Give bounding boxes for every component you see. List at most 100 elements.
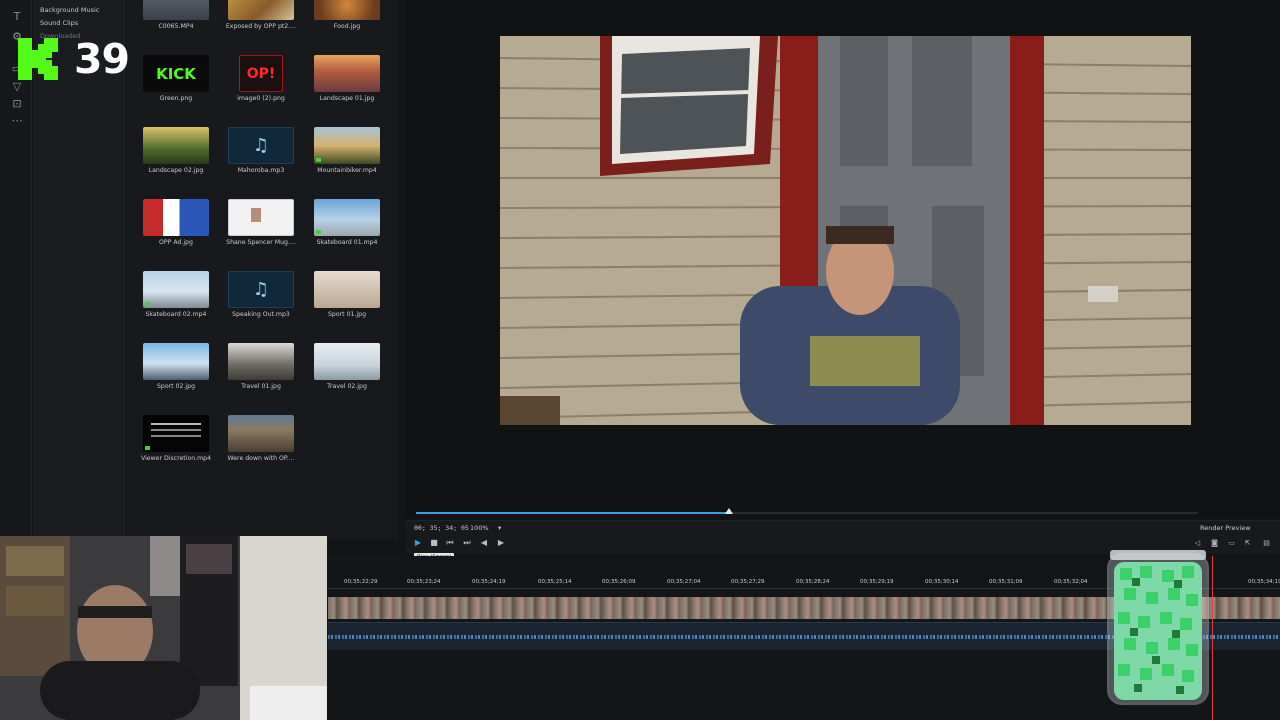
media-thumbnail: OP! — [239, 55, 283, 92]
media-tile[interactable]: ♫ Mahoroba.mp3 — [221, 127, 301, 187]
media-thumbnail — [314, 55, 380, 92]
ruler-tick-label: 00;35;27;04 — [667, 579, 701, 585]
media-thumbnail — [143, 343, 209, 380]
media-tile[interactable]: KICK Green.png — [136, 55, 216, 115]
tool-rail: T ⚙ ▭ ▽ ⊡ ⋯ — [0, 0, 32, 540]
ruler-tick-label: 00;35;26;09 — [602, 579, 636, 585]
media-tile[interactable]: Were down with OP.... — [221, 415, 301, 475]
scrubber-progress[interactable] — [416, 512, 729, 514]
video-badge-icon — [316, 158, 321, 162]
media-label: Skateboard 01.mp4 — [316, 239, 378, 246]
jar-image — [1107, 550, 1209, 705]
scrubber-track[interactable] — [729, 512, 1198, 514]
volume-icon[interactable]: ◁ — [1193, 539, 1202, 547]
media-thumbnail — [143, 415, 209, 452]
scrubber-handle[interactable] — [725, 508, 733, 514]
media-label: Travel 01.jpg — [241, 383, 281, 390]
media-tile[interactable]: Exposed by OPP pt2.... — [221, 0, 301, 43]
text-line — [151, 435, 201, 437]
undock-icon[interactable]: ⇱ — [1243, 539, 1252, 547]
ruler-tick-label: 00;35;25;14 — [538, 579, 572, 585]
media-label: Skateboard 02.mp4 — [145, 311, 207, 318]
media-thumbnail — [228, 0, 294, 20]
media-tile[interactable]: Landscape 01.jpg — [307, 55, 387, 115]
import-tool-icon[interactable]: ⊡ — [10, 97, 24, 111]
media-tile[interactable]: Travel 01.jpg — [221, 343, 301, 403]
media-library: C0065.MP4 Exposed by OPP pt2.... Food.jp… — [126, 0, 398, 540]
media-thumbnail — [228, 343, 294, 380]
media-thumbnail — [228, 199, 294, 236]
media-label: Exposed by OPP pt2.... — [225, 23, 297, 30]
timecode-display[interactable]: 00; 35; 34; 05 — [414, 524, 469, 532]
media-tile[interactable]: Sport 02.jpg — [136, 343, 216, 403]
media-tile[interactable]: C0065.MP4 — [136, 0, 216, 43]
kick-logo-icon — [18, 38, 62, 80]
media-thumbnail — [143, 127, 209, 164]
preview-video-frame — [500, 36, 1191, 425]
portrait-photo — [251, 208, 261, 222]
more-tools-icon[interactable]: ⋯ — [10, 114, 24, 128]
media-label: Mahoroba.mp3 — [237, 167, 285, 174]
aspect-ratio-icon[interactable]: ▤ — [1262, 539, 1271, 547]
display-icon[interactable]: ▭ — [1227, 539, 1236, 547]
media-thumbnail — [314, 199, 380, 236]
media-label: Food.jpg — [333, 23, 361, 30]
media-thumbnail — [314, 127, 380, 164]
media-tile[interactable]: ♫ Speaking Out.mp3 — [221, 271, 301, 331]
media-tile[interactable]: Viewer Discretion.mp4 — [136, 415, 216, 475]
library-scrollbar[interactable] — [398, 0, 404, 540]
zoom-dropdown[interactable]: 100% — [470, 524, 489, 532]
text-tool-icon[interactable]: T — [10, 10, 24, 24]
media-tile[interactable]: Landscape 02.jpg — [136, 127, 216, 187]
media-label: Sport 01.jpg — [328, 311, 366, 318]
filter-tool-icon[interactable]: ▽ — [10, 80, 24, 94]
media-thumbnail — [143, 271, 209, 308]
media-tile[interactable]: Travel 02.jpg — [307, 343, 387, 403]
ruler-tick-label: 00;35;24;19 — [472, 579, 506, 585]
step-forward-icon[interactable]: ▶ — [496, 538, 506, 548]
media-thumbnail — [143, 0, 209, 20]
prev-frame-icon[interactable]: ⏮ — [445, 538, 455, 548]
chevron-down-icon[interactable]: ▾ — [498, 524, 501, 532]
media-tile[interactable]: Skateboard 02.mp4 — [136, 271, 216, 331]
snapshot-icon[interactable]: ◙ — [1210, 539, 1219, 547]
ruler-tick-label: 00;35;28;24 — [796, 579, 830, 585]
media-thumbnail — [228, 415, 294, 452]
video-badge-icon — [145, 446, 150, 450]
ruler-tick-label: 00;35;29;19 — [860, 579, 894, 585]
video-badge-icon — [145, 302, 150, 306]
media-label: Green.png — [159, 95, 193, 102]
music-note-icon: ♫ — [228, 271, 294, 308]
media-tile[interactable]: OPP Ad.jpg — [136, 199, 216, 259]
text-line — [151, 423, 201, 425]
media-tile[interactable]: Skateboard 01.mp4 — [307, 199, 387, 259]
render-preview-button[interactable]: Render Preview — [1200, 524, 1251, 532]
kick-logo: KICK — [156, 64, 196, 83]
stop-icon[interactable]: ■ — [429, 538, 439, 548]
media-thumbnail — [143, 199, 209, 236]
media-label: Speaking Out.mp3 — [232, 311, 290, 318]
media-tile[interactable]: OP! image0 (2).png — [221, 55, 301, 115]
tree-item-background-music[interactable]: Background Music — [40, 6, 99, 14]
media-tile[interactable]: Shane Spencer Mug.... — [221, 199, 301, 259]
media-label: Sport 02.jpg — [157, 383, 195, 390]
media-tile[interactable]: Sport 01.jpg — [307, 271, 387, 331]
play-icon[interactable]: ▶ — [413, 538, 423, 548]
media-label: Landscape 02.jpg — [148, 167, 204, 174]
tree-item-sound-clips[interactable]: Sound Clips — [40, 19, 78, 27]
step-back-icon[interactable]: ◀ — [479, 538, 489, 548]
ruler-tick-label: 00;35;22;29 — [344, 579, 378, 585]
ruler-tick-label: 00;35;31;09 — [989, 579, 1023, 585]
media-label: Viewer Discretion.mp4 — [140, 455, 212, 462]
next-frame-icon[interactable]: ⏭ — [462, 538, 472, 548]
op-logo: OP! — [246, 65, 276, 82]
media-label: Landscape 01.jpg — [319, 95, 375, 102]
media-label: Shane Spencer Mug.... — [226, 239, 296, 246]
ruler-tick-label: 00;35;30;14 — [925, 579, 959, 585]
text-line — [151, 429, 201, 431]
media-tile[interactable]: Food.jpg — [307, 0, 387, 43]
media-label: Travel 02.jpg — [327, 383, 367, 390]
media-thumbnail — [314, 271, 380, 308]
media-tile[interactable]: Mountainbiker.mp4 — [307, 127, 387, 187]
media-label: OPP Ad.jpg — [159, 239, 193, 246]
